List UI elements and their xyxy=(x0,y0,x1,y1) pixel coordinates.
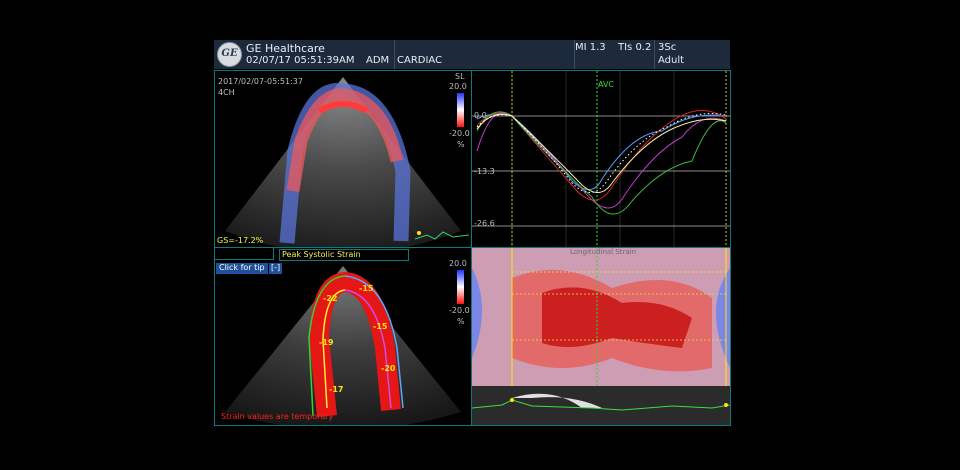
image-timestamp: 2017/02/07-05:51:37 xyxy=(218,77,303,86)
header-left-cell xyxy=(215,248,274,260)
scale-max: 20.0 xyxy=(449,259,467,268)
temporary-values-warning: Strain values are temporary xyxy=(221,412,334,421)
echo-sector-image xyxy=(225,77,470,247)
collapse-tip-button[interactable]: [-] xyxy=(269,263,283,274)
segment-basal-lateral-value: -20 xyxy=(381,364,396,373)
brand-name: GE Healthcare xyxy=(246,42,325,55)
scale-unit: % xyxy=(457,317,465,326)
probe-name: 3Sc xyxy=(658,42,677,53)
segment-apical-lateral-value: -15 xyxy=(359,284,374,293)
strain-curves-plot xyxy=(472,71,730,247)
global-strain-label: GS=-17.2% xyxy=(217,236,264,245)
scale-min: -20.0 xyxy=(449,306,470,315)
view-label: 4CH xyxy=(218,88,235,97)
peak-systolic-strain-view[interactable]: Peak Systolic Strain Click for tip [-] -… xyxy=(214,247,472,426)
segment-strain-image xyxy=(225,266,461,425)
mmode-title: Longitudinal Strain xyxy=(570,248,637,256)
strain-mmode-map xyxy=(472,248,730,425)
y-tick-top: 0.0 xyxy=(474,111,487,120)
segment-mid-septal-value: -19 xyxy=(319,338,334,347)
exam-type: CARDIAC xyxy=(397,55,443,66)
click-for-tip-button[interactable]: Click for tip xyxy=(216,263,268,274)
strain-color-scale xyxy=(457,93,464,127)
longitudinal-strain-mmode[interactable]: Longitudinal Strain xyxy=(471,247,731,426)
segment-basal-septal-value: -22 xyxy=(323,294,338,303)
y-tick-bottom: -26.6 xyxy=(474,219,495,228)
scale-max: 20.0 xyxy=(449,82,467,91)
ge-logo-icon: GE xyxy=(217,42,242,67)
scale-title: SL xyxy=(455,72,465,81)
scale-min: -20.0 xyxy=(449,129,470,138)
y-tick-mid: -13.3 xyxy=(474,167,495,176)
exam-cell: CARDIAC xyxy=(394,40,575,69)
thermal-index: TIs 0.2 xyxy=(618,42,652,53)
apical-4ch-strain-view[interactable]: 2017/02/07-05:51:37 4CH GS=-17.2% SL 20.… xyxy=(214,70,472,248)
strain-curves-graph[interactable]: AVC 0.0 -13.3 -26.6 xyxy=(471,70,731,248)
patient-type: Adult xyxy=(658,55,685,66)
segment-mid-lateral-value: -15 xyxy=(373,322,388,331)
mechanical-index: MI 1.3 xyxy=(575,42,606,53)
exam-datetime: 02/07/17 05:51:39AM xyxy=(246,55,355,66)
strain-color-scale xyxy=(457,270,464,304)
avc-marker-label: AVC xyxy=(598,80,615,89)
scale-unit: % xyxy=(457,140,465,149)
operator-id: ADM xyxy=(366,55,390,66)
panel-title: Peak Systolic Strain xyxy=(279,249,409,261)
header-bar: GE GE Healthcare 02/07/17 05:51:39AM ADM… xyxy=(214,40,730,69)
segment-apical-septal-value: -17 xyxy=(329,385,344,394)
